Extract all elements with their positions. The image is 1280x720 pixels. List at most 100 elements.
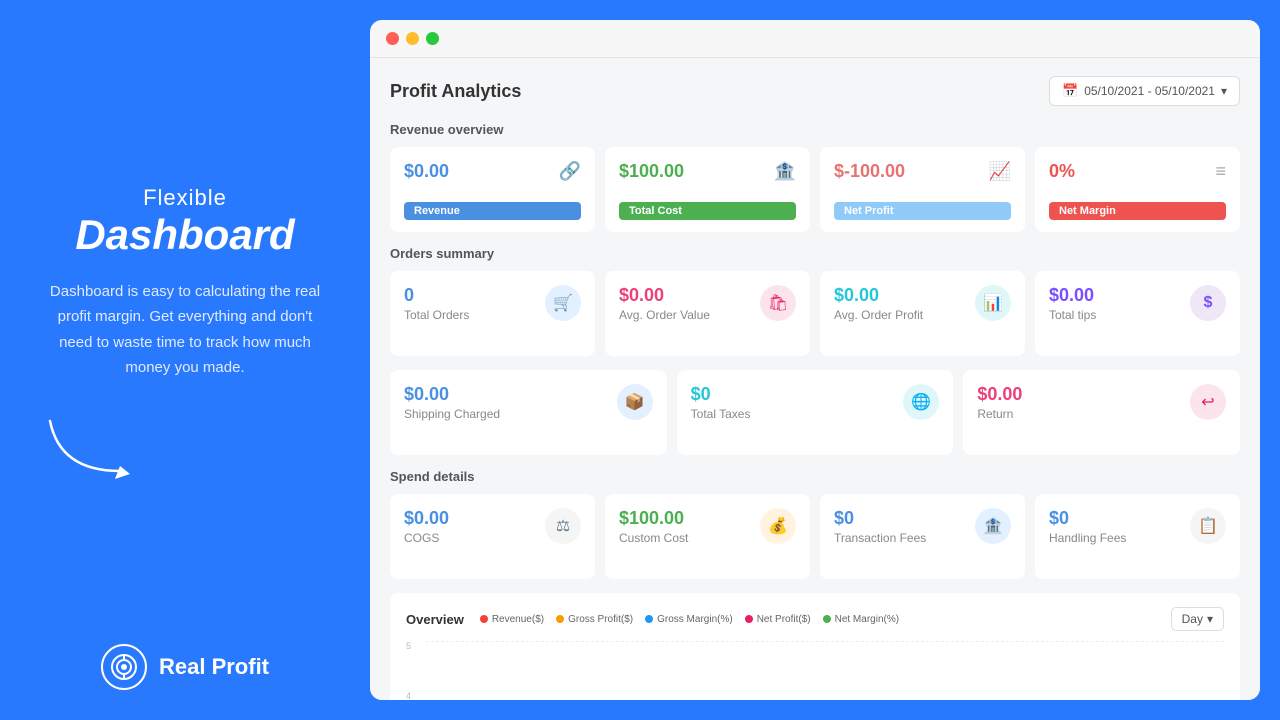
total-tips-icon: $ xyxy=(1190,285,1226,321)
revenue-value: $0.00 xyxy=(404,161,449,182)
return-card: $0.00 Return ↩ xyxy=(963,370,1240,455)
avg-order-profit-card: $0.00 Avg. Order Profit 📊 xyxy=(820,271,1025,356)
grid-line-top xyxy=(426,641,1224,642)
total-orders-card: 0 Total Orders 🛒 xyxy=(390,271,595,356)
left-title-small: Flexible xyxy=(40,185,330,211)
avg-order-profit-icon: 📊 xyxy=(975,285,1011,321)
custom-cost-label: Custom Cost xyxy=(619,531,688,545)
avg-order-value-label: Avg. Order Value xyxy=(619,308,710,322)
orders-summary-section-title: Orders summary xyxy=(390,246,1240,261)
cogs-value: $0.00 xyxy=(404,508,449,529)
avg-order-profit-label: Avg. Order Profit xyxy=(834,308,923,322)
custom-cost-value: $100.00 xyxy=(619,508,688,529)
chart-title: Overview xyxy=(406,612,464,627)
total-cost-value: $100.00 xyxy=(619,161,684,182)
left-title-big: Dashboard xyxy=(40,211,330,259)
net-margin-card: 0% ≡ Net Margin xyxy=(1035,147,1240,232)
legend-net-margin: Net Margin(%) xyxy=(823,614,899,625)
net-profit-card: $-100.00 📈 Net Profit xyxy=(820,147,1025,232)
transaction-fees-value: $0 xyxy=(834,508,926,529)
total-cost-icon: 🏦 xyxy=(774,161,796,182)
total-tips-card: $0.00 Total tips $ xyxy=(1035,271,1240,356)
net-margin-value: 0% xyxy=(1049,161,1075,182)
right-panel: Profit Analytics 📅 05/10/2021 - 05/10/20… xyxy=(370,20,1260,700)
brand-logo: Real Profit xyxy=(101,644,269,690)
orders-summary-row2: $0.00 Shipping Charged 📦 $0 Total Taxes … xyxy=(390,370,1240,455)
window-close-dot[interactable] xyxy=(386,32,399,45)
y-label-4: 4 xyxy=(406,691,411,700)
shipping-charged-label: Shipping Charged xyxy=(404,407,500,421)
dropdown-arrow-icon: ▾ xyxy=(1221,84,1227,98)
legend-net-margin-dot xyxy=(823,615,831,623)
y-label-5: 5 xyxy=(406,641,411,651)
chart-y-labels: 5 4 xyxy=(406,641,411,700)
arrow-decoration xyxy=(40,411,140,481)
shipping-charged-card: $0.00 Shipping Charged 📦 xyxy=(390,370,667,455)
total-taxes-icon: 🌐 xyxy=(903,384,939,420)
legend-net-margin-label: Net Margin(%) xyxy=(835,614,899,625)
shipping-charged-value: $0.00 xyxy=(404,384,500,405)
revenue-label: Revenue xyxy=(404,202,581,220)
avg-order-value-value: $0.00 xyxy=(619,285,710,306)
date-range-picker[interactable]: 📅 05/10/2021 - 05/10/2021 ▾ xyxy=(1049,76,1240,106)
date-range-value: 05/10/2021 - 05/10/2021 xyxy=(1084,84,1215,98)
custom-cost-icon: 💰 xyxy=(760,508,796,544)
return-icon: ↩ xyxy=(1190,384,1226,420)
legend-revenue: Revenue($) xyxy=(480,614,544,625)
return-label: Return xyxy=(977,407,1022,421)
transaction-fees-label: Transaction Fees xyxy=(834,531,926,545)
day-dropdown-arrow: ▾ xyxy=(1207,612,1213,626)
net-profit-value: $-100.00 xyxy=(834,161,905,182)
chart-legend: Revenue($) Gross Profit($) Gross Margin(… xyxy=(480,614,899,625)
total-tips-value: $0.00 xyxy=(1049,285,1096,306)
total-cost-label: Total Cost xyxy=(619,202,796,220)
handling-fees-value: $0 xyxy=(1049,508,1126,529)
total-taxes-value: $0 xyxy=(691,384,751,405)
window-maximize-dot[interactable] xyxy=(426,32,439,45)
legend-revenue-dot xyxy=(480,615,488,623)
net-margin-icon: ≡ xyxy=(1215,161,1226,182)
dashboard-header: Profit Analytics 📅 05/10/2021 - 05/10/20… xyxy=(390,76,1240,106)
legend-net-profit-label: Net Profit($) xyxy=(757,614,811,625)
window-minimize-dot[interactable] xyxy=(406,32,419,45)
custom-cost-card: $100.00 Custom Cost 💰 xyxy=(605,494,810,579)
legend-net-profit-dot xyxy=(745,615,753,623)
cogs-icon: ⚖ xyxy=(545,508,581,544)
total-orders-icon: 🛒 xyxy=(545,285,581,321)
dashboard-content: Profit Analytics 📅 05/10/2021 - 05/10/20… xyxy=(370,58,1260,700)
day-dropdown[interactable]: Day ▾ xyxy=(1171,607,1224,631)
total-tips-label: Total tips xyxy=(1049,308,1096,322)
handling-fees-card: $0 Handling Fees 📋 xyxy=(1035,494,1240,579)
chart-body: 5 4 xyxy=(406,641,1224,700)
spend-details-cards: $0.00 COGS ⚖ $100.00 Custom Cost 💰 xyxy=(390,494,1240,579)
total-taxes-card: $0 Total Taxes 🌐 xyxy=(677,370,954,455)
avg-order-value-icon: 🛍 xyxy=(760,285,796,321)
net-profit-label: Net Profit xyxy=(834,202,1011,220)
cogs-label: COGS xyxy=(404,531,449,545)
legend-gross-margin-label: Gross Margin(%) xyxy=(657,614,733,625)
orders-summary-row1: 0 Total Orders 🛒 $0.00 Avg. Order Value … xyxy=(390,271,1240,356)
day-dropdown-value: Day xyxy=(1182,612,1203,626)
legend-gross-profit: Gross Profit($) xyxy=(556,614,633,625)
total-orders-value: 0 xyxy=(404,285,469,306)
legend-gross-profit-dot xyxy=(556,615,564,623)
legend-net-profit: Net Profit($) xyxy=(745,614,811,625)
net-profit-icon: 📈 xyxy=(989,161,1011,182)
shipping-charged-icon: 📦 xyxy=(617,384,653,420)
net-margin-label: Net Margin xyxy=(1049,202,1226,220)
legend-revenue-label: Revenue($) xyxy=(492,614,544,625)
avg-order-profit-value: $0.00 xyxy=(834,285,923,306)
revenue-icon: 🔗 xyxy=(559,161,581,182)
revenue-overview-cards: $0.00 🔗 Revenue $100.00 🏦 Total Cost $-1… xyxy=(390,147,1240,232)
return-value: $0.00 xyxy=(977,384,1022,405)
chart-area: Overview Revenue($) Gross Profit($) G xyxy=(390,593,1240,700)
legend-gross-profit-label: Gross Profit($) xyxy=(568,614,633,625)
spend-details-section-title: Spend details xyxy=(390,469,1240,484)
legend-gross-margin-dot xyxy=(645,615,653,623)
handling-fees-label: Handling Fees xyxy=(1049,531,1126,545)
total-cost-card: $100.00 🏦 Total Cost xyxy=(605,147,810,232)
left-description: Dashboard is easy to calculating the rea… xyxy=(40,279,330,381)
page-title: Profit Analytics xyxy=(390,81,521,102)
chart-grid-lines xyxy=(426,641,1224,700)
transaction-fees-card: $0 Transaction Fees 🏦 xyxy=(820,494,1025,579)
